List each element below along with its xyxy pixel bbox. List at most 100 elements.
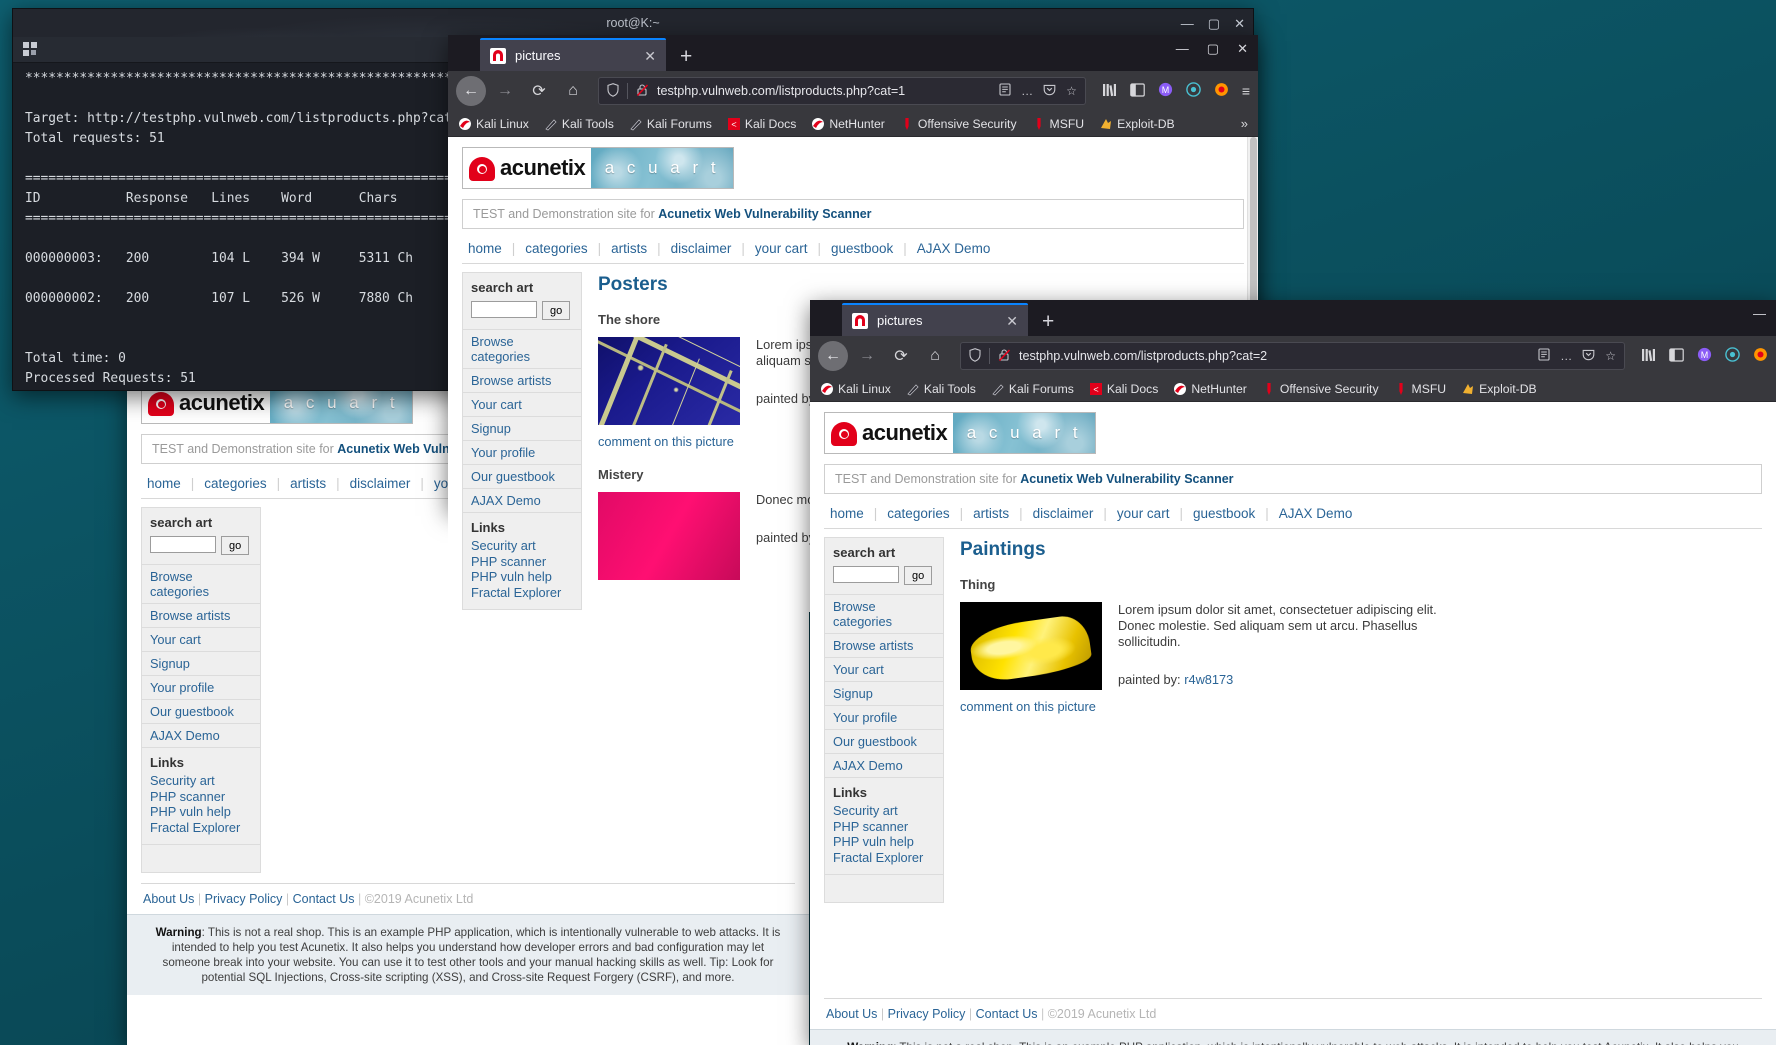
page-actions-icon[interactable]: …	[1021, 84, 1033, 98]
maximize-button[interactable]: ▢	[1208, 17, 1220, 30]
topnav-home[interactable]: home	[145, 476, 191, 491]
library-icon[interactable]	[1641, 348, 1656, 365]
bookmark-kali-linux[interactable]: Kali Linux	[820, 382, 891, 396]
link-security-art[interactable]: Security art	[150, 773, 252, 789]
topnav-home[interactable]: home	[828, 506, 874, 521]
home-button[interactable]: ⌂	[558, 76, 588, 106]
navbar-front[interactable]: ← → ⟳ ⌂ testphp.vulnweb.com/listproducts…	[810, 336, 1776, 376]
footer-about-us[interactable]: About Us	[143, 892, 194, 906]
close-button[interactable]: ✕	[1237, 41, 1248, 57]
sidebar-item-ajax-demo[interactable]: AJAX Demo	[463, 489, 581, 512]
tab-pictures[interactable]: pictures ✕	[842, 303, 1028, 336]
link-fractal-explorer[interactable]: Fractal Explorer	[150, 820, 252, 836]
topnav-ajax-demo[interactable]: AJAX Demo	[907, 241, 1001, 256]
reader-view-icon[interactable]	[999, 83, 1011, 99]
bookmark-kali-tools[interactable]: Kali Tools	[544, 117, 614, 131]
sidebar-item-your-cart[interactable]: Your cart	[463, 393, 581, 416]
bookmark-kali-forums[interactable]: Kali Forums	[991, 382, 1074, 396]
link-security-art[interactable]: Security art	[471, 538, 573, 554]
footer[interactable]: About Us | Privacy Policy | Contact Us |…	[824, 999, 1762, 1029]
topnav-disclaimer[interactable]: disclaimer	[340, 476, 421, 491]
sidebar-item-signup[interactable]: Signup	[142, 652, 260, 675]
link-php-vuln-help[interactable]: PHP vuln help	[833, 834, 935, 850]
site-topnav[interactable]: home| categories| artists| disclaimer| y…	[462, 235, 1244, 264]
link-php-vuln-help[interactable]: PHP vuln help	[471, 569, 573, 585]
account-icon[interactable]: M	[1158, 82, 1173, 100]
bookmark-exploit-db[interactable]: Exploit-DB	[1099, 117, 1175, 131]
new-tab-button[interactable]: +	[1042, 311, 1054, 332]
sidebar-menu[interactable]: Browse categories Browse artists Your ca…	[462, 330, 582, 513]
home-button[interactable]: ⌂	[920, 341, 950, 371]
maximize-button[interactable]: ▢	[1207, 41, 1219, 57]
extension-icon[interactable]	[1753, 347, 1768, 365]
topnav-your-cart[interactable]: your cart	[745, 241, 818, 256]
link-fractal-explorer[interactable]: Fractal Explorer	[471, 585, 573, 601]
topnav-guestbook[interactable]: guestbook	[1183, 506, 1265, 521]
insecure-icon[interactable]	[998, 348, 1011, 365]
url-text[interactable]: testphp.vulnweb.com/listproducts.php?cat…	[657, 84, 991, 98]
bookmark-exploit-db[interactable]: Exploit-DB	[1461, 382, 1537, 396]
pocket-icon[interactable]	[1043, 83, 1056, 99]
topnav-disclaimer[interactable]: disclaimer	[1023, 506, 1104, 521]
sidebar-icon[interactable]	[1130, 82, 1145, 100]
tab-pictures[interactable]: pictures ✕	[480, 38, 666, 71]
close-icon[interactable]: ✕	[644, 49, 656, 63]
bookmarks-bar-front[interactable]: Kali Linux Kali Tools Kali Forums < Kali …	[810, 376, 1776, 402]
bookmark-kali-docs[interactable]: < Kali Docs	[1089, 382, 1158, 396]
new-tab-button[interactable]: +	[680, 46, 692, 67]
sidebar-item-our-guestbook[interactable]: Our guestbook	[142, 700, 260, 723]
menu-icon[interactable]: ≡	[1242, 83, 1250, 99]
product-image[interactable]	[598, 337, 740, 425]
reload-button[interactable]: ⟳	[886, 341, 916, 371]
link-php-scanner[interactable]: PHP scanner	[471, 554, 573, 570]
navbar-middle[interactable]: ← → ⟳ ⌂ testphp.vulnweb.com/listproducts…	[448, 71, 1258, 111]
bookmark-star-icon[interactable]: ☆	[1605, 349, 1616, 363]
terminal-tabs-icon[interactable]	[23, 42, 41, 57]
bookmark-kali-linux[interactable]: Kali Linux	[458, 117, 529, 131]
topnav-artists[interactable]: artists	[280, 476, 336, 491]
sidebar-item-your-profile[interactable]: Your profile	[142, 676, 260, 699]
sidebar-item-our-guestbook[interactable]: Our guestbook	[463, 465, 581, 488]
bookmark-msfu[interactable]: MSFU	[1032, 117, 1084, 131]
back-button[interactable]: ←	[456, 76, 486, 106]
titlebar-middle[interactable]: pictures ✕ + — ▢ ✕	[448, 35, 1258, 71]
close-icon[interactable]: ✕	[1006, 314, 1018, 328]
search-input[interactable]	[150, 536, 216, 553]
footer-contact-us[interactable]: Contact Us	[976, 1007, 1038, 1021]
site-topnav[interactable]: home| categories| artists| disclaimer| y…	[824, 500, 1762, 529]
search-input[interactable]	[833, 566, 899, 583]
sidebar-item-signup[interactable]: Signup	[463, 417, 581, 440]
bookmark-kali-tools[interactable]: Kali Tools	[906, 382, 976, 396]
bookmarks-overflow-icon[interactable]: »	[1241, 116, 1248, 131]
sidebar-item-browse-categories[interactable]: Browse categories	[142, 565, 260, 603]
sidebar-item-your-profile[interactable]: Your profile	[825, 706, 943, 729]
search-go-button[interactable]: go	[904, 566, 933, 585]
sidebar-item-your-profile[interactable]: Your profile	[463, 441, 581, 464]
footer[interactable]: About Us | Privacy Policy | Contact Us |…	[141, 884, 795, 914]
url-bar[interactable]: testphp.vulnweb.com/listproducts.php?cat…	[960, 342, 1625, 370]
topnav-home[interactable]: home	[466, 241, 512, 256]
bookmark-kali-docs[interactable]: < Kali Docs	[727, 117, 796, 131]
topnav-your-cart[interactable]: your cart	[1107, 506, 1180, 521]
bookmark-nethunter[interactable]: NetHunter	[811, 117, 885, 131]
sidebar-item-browse-categories[interactable]: Browse categories	[463, 330, 581, 368]
comment-link[interactable]: comment on this picture	[598, 434, 734, 449]
sidebar-item-browse-artists[interactable]: Browse artists	[463, 369, 581, 392]
browser-window-front[interactable]: pictures ✕ + — ← → ⟳ ⌂ testphp.vulnweb.c…	[810, 300, 1776, 1045]
page-actions-icon[interactable]: …	[1560, 349, 1572, 363]
bookmark-star-icon[interactable]: ☆	[1066, 84, 1077, 98]
sidebar-menu[interactable]: Browse categories Browse artists Your ca…	[824, 595, 944, 778]
comment-link[interactable]: comment on this picture	[960, 699, 1096, 714]
bookmark-msfu[interactable]: MSFU	[1394, 382, 1446, 396]
product-image[interactable]	[960, 602, 1102, 690]
sidebar-item-ajax-demo[interactable]: AJAX Demo	[142, 724, 260, 747]
bookmark-kali-forums[interactable]: Kali Forums	[629, 117, 712, 131]
insecure-icon[interactable]	[636, 83, 649, 100]
search-go-button[interactable]: go	[542, 301, 571, 320]
search-input[interactable]	[471, 301, 537, 318]
topnav-categories[interactable]: categories	[515, 241, 597, 256]
tagline-link[interactable]: Acunetix Web Vulnerability Scanner	[658, 207, 871, 221]
topnav-categories[interactable]: categories	[877, 506, 959, 521]
product-image[interactable]	[598, 492, 740, 580]
url-text[interactable]: testphp.vulnweb.com/listproducts.php?cat…	[1019, 349, 1530, 363]
